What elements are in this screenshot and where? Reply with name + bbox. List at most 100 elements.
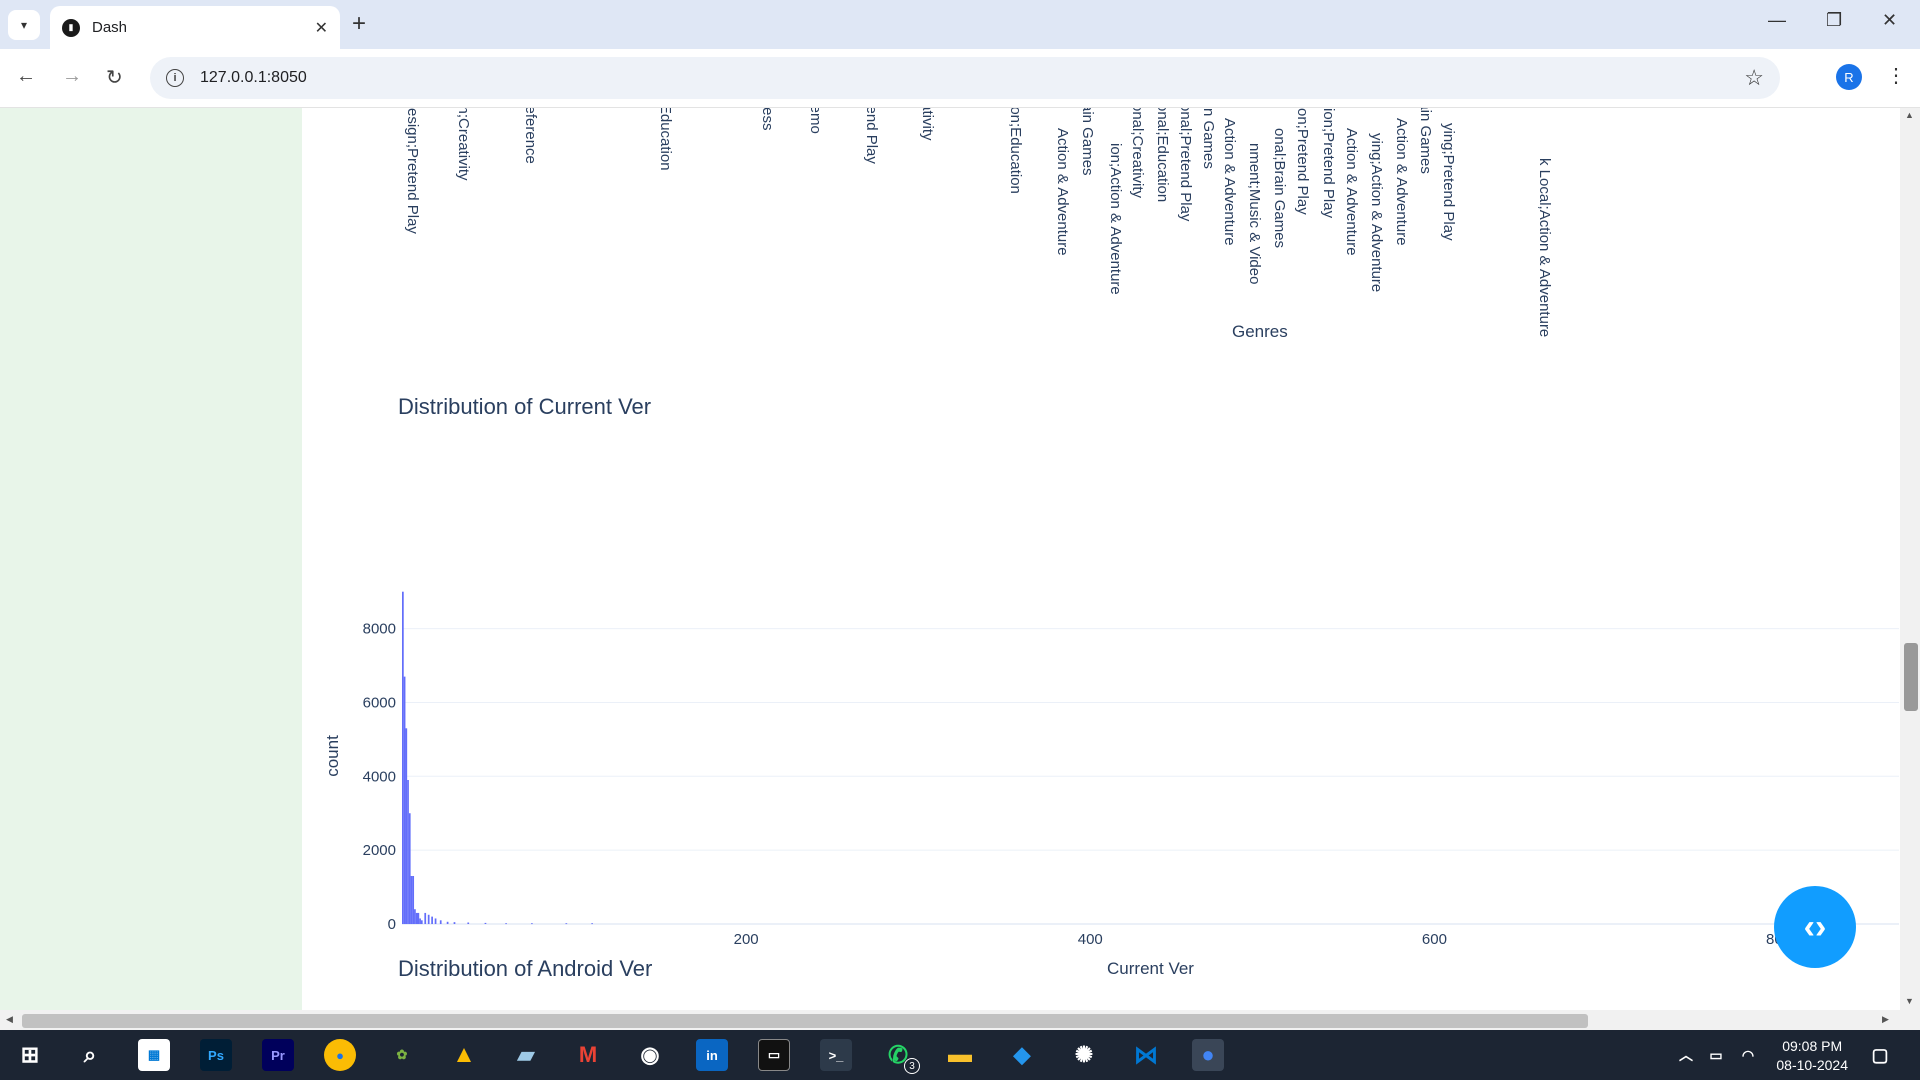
chrome-active-icon[interactable]: ● bbox=[1192, 1039, 1224, 1071]
x-axis-title: Current Ver bbox=[1107, 959, 1194, 978]
microsoft-store-icon[interactable]: ▦ bbox=[138, 1039, 170, 1071]
site-info-icon[interactable]: i bbox=[166, 69, 184, 87]
close-tab-icon[interactable]: ✕ bbox=[315, 18, 328, 38]
histogram-bar[interactable] bbox=[415, 912, 418, 924]
wifi-icon[interactable]: ◠ bbox=[1732, 1039, 1764, 1071]
browser-tab-bar: ▾ ▮ Dash ✕ + — ❐ ✕ bbox=[0, 0, 1920, 49]
genre-tick-label: onal;Pretend Play bbox=[1177, 108, 1194, 222]
genre-tick-label: onal;Creativity bbox=[1129, 108, 1146, 199]
openai-icon[interactable]: ✺ bbox=[1068, 1039, 1100, 1071]
histogram-bar[interactable] bbox=[419, 918, 421, 924]
histogram-bar[interactable] bbox=[408, 813, 411, 924]
scroll-up-arrow-icon[interactable]: ▲ bbox=[1905, 110, 1914, 120]
command-prompt-icon[interactable]: >_ bbox=[820, 1039, 852, 1071]
windows-taskbar: ⊞ ⌕ ▦ Ps Pr ● ✿ ▲ ▰ M ◉ in ▭ >_ ✆ 3 ▬ ◆ … bbox=[0, 1030, 1920, 1080]
minimize-icon[interactable]: — bbox=[1768, 10, 1786, 31]
histogram-bar[interactable] bbox=[407, 780, 409, 924]
back-icon[interactable]: ← bbox=[16, 65, 36, 88]
genre-tick-label: esign;Creativity bbox=[455, 108, 472, 181]
windows-start-icon[interactable]: ⊞ bbox=[14, 1039, 46, 1071]
genre-tick-label: Action & Adventure bbox=[1393, 118, 1410, 246]
forward-icon[interactable]: → bbox=[62, 65, 82, 88]
scroll-left-arrow-icon[interactable]: ◀ bbox=[6, 1014, 13, 1025]
vertical-scroll-thumb[interactable] bbox=[1904, 643, 1918, 711]
battery-icon[interactable]: ▭ bbox=[1700, 1039, 1732, 1071]
histogram-bar[interactable] bbox=[412, 876, 415, 924]
y-tick-label: 2000 bbox=[363, 842, 396, 859]
photoshop-icon[interactable]: Ps bbox=[200, 1039, 232, 1071]
tab-search-dropdown-icon[interactable]: ▾ bbox=[8, 10, 40, 40]
android-ver-chart-title: Distribution of Android Ver bbox=[398, 956, 653, 981]
histogram-bar[interactable] bbox=[405, 728, 408, 924]
file-explorer-icon[interactable]: ▬ bbox=[944, 1039, 976, 1071]
vertical-scrollbar[interactable]: ▲ ▼ bbox=[1900, 108, 1920, 1010]
docker-icon[interactable]: ◆ bbox=[1006, 1039, 1038, 1071]
browser-menu-icon[interactable]: ⋮ bbox=[1886, 63, 1906, 88]
histogram-bar[interactable] bbox=[434, 918, 437, 924]
histogram-bar[interactable] bbox=[591, 923, 593, 925]
show-hidden-icons-icon[interactable]: ︿ bbox=[1670, 1039, 1702, 1071]
terminal-window-icon[interactable]: ▭ bbox=[758, 1039, 790, 1071]
histogram-bar[interactable] bbox=[446, 921, 449, 924]
gmail-icon[interactable]: M bbox=[572, 1039, 604, 1071]
genre-tick-label: & Fitness bbox=[759, 108, 776, 468]
genre-tick-label: ure bbox=[953, 108, 970, 413]
genre-tick-label: Vehicles bbox=[477, 108, 494, 443]
genre-tick-label: onal;Education bbox=[1154, 108, 1171, 203]
y-tick-label: 8000 bbox=[363, 621, 396, 638]
genre-tick-label: k Local bbox=[1511, 108, 1528, 443]
histogram-bar[interactable] bbox=[439, 920, 442, 924]
notifications-icon[interactable]: ▢ bbox=[1864, 1039, 1896, 1071]
browser-tab[interactable]: ▮ Dash ✕ bbox=[50, 6, 340, 49]
genres-axis-tick-labels: esign;Pretend Playesign;CreativityesignV… bbox=[300, 108, 1900, 408]
histogram-bar[interactable] bbox=[453, 922, 456, 924]
new-tab-icon[interactable]: + bbox=[352, 10, 366, 38]
histogram-bar[interactable] bbox=[484, 922, 487, 924]
y-axis-title: count bbox=[323, 735, 342, 777]
vscode-icon[interactable]: ⋈ bbox=[1130, 1039, 1162, 1071]
histogram-bar[interactable] bbox=[531, 923, 533, 925]
genre-tick-label: ion;Education bbox=[1007, 108, 1024, 194]
reload-icon[interactable]: ↻ bbox=[106, 65, 123, 90]
histogram-bar[interactable] bbox=[565, 923, 568, 925]
genre-tick-label: s bbox=[547, 108, 564, 418]
github-icon[interactable]: ◉ bbox=[634, 1039, 666, 1071]
search-icon[interactable]: ⌕ bbox=[74, 1039, 106, 1071]
dash-debug-toggle-button[interactable]: ‹› bbox=[1774, 886, 1856, 968]
histogram-bar[interactable] bbox=[414, 909, 416, 924]
genre-tick-label: & Home bbox=[783, 108, 800, 453]
genre-tick-label: on;Education bbox=[657, 108, 674, 171]
histogram-bar[interactable] bbox=[417, 912, 420, 924]
histogram-bar[interactable] bbox=[431, 916, 433, 924]
histogram-bar[interactable] bbox=[424, 912, 427, 924]
taskbar-clock[interactable]: 09:08 PM 08-10-2024 bbox=[1776, 1037, 1848, 1075]
google-drive-icon[interactable]: ▲ bbox=[448, 1039, 480, 1071]
genre-tick-label: g bbox=[1463, 108, 1480, 413]
horizontal-scroll-thumb[interactable] bbox=[22, 1014, 1588, 1028]
notes-app-icon[interactable]: ▰ bbox=[510, 1039, 542, 1071]
histogram-bar[interactable] bbox=[505, 923, 507, 925]
close-window-icon[interactable]: ✕ bbox=[1882, 10, 1897, 31]
premiere-pro-icon[interactable]: Pr bbox=[262, 1039, 294, 1071]
game-app-icon[interactable]: ✿ bbox=[386, 1039, 418, 1071]
chrome-icon[interactable]: ● bbox=[324, 1039, 356, 1071]
histogram-bar[interactable] bbox=[420, 920, 423, 924]
histogram-bar[interactable] bbox=[467, 922, 470, 924]
genre-tick-label: on bbox=[625, 108, 642, 423]
horizontal-scrollbar[interactable]: ◀ ▶ bbox=[0, 1010, 1920, 1030]
histogram-bar[interactable] bbox=[410, 876, 413, 924]
genre-tick-label: 3rain Games bbox=[1417, 108, 1434, 174]
scroll-down-arrow-icon[interactable]: ▼ bbox=[1905, 996, 1914, 1006]
current-ver-histogram[interactable]: 02000400060008000200400600800Current Ver… bbox=[302, 468, 1900, 988]
restore-icon[interactable]: ❐ bbox=[1826, 10, 1842, 31]
histogram-bar[interactable] bbox=[427, 914, 430, 924]
profile-avatar[interactable]: R bbox=[1836, 64, 1862, 90]
histogram-bar[interactable] bbox=[402, 591, 404, 924]
bookmark-star-icon[interactable]: ☆ bbox=[1744, 65, 1764, 91]
address-bar[interactable]: i 127.0.0.1:8050 ☆ bbox=[150, 57, 1780, 99]
scroll-right-arrow-icon[interactable]: ▶ bbox=[1882, 1014, 1889, 1025]
histogram-bar[interactable] bbox=[403, 676, 406, 924]
genre-tick-label: s & Demo bbox=[807, 108, 824, 468]
url-text: 127.0.0.1:8050 bbox=[200, 69, 307, 86]
linkedin-icon[interactable]: in bbox=[696, 1039, 728, 1071]
